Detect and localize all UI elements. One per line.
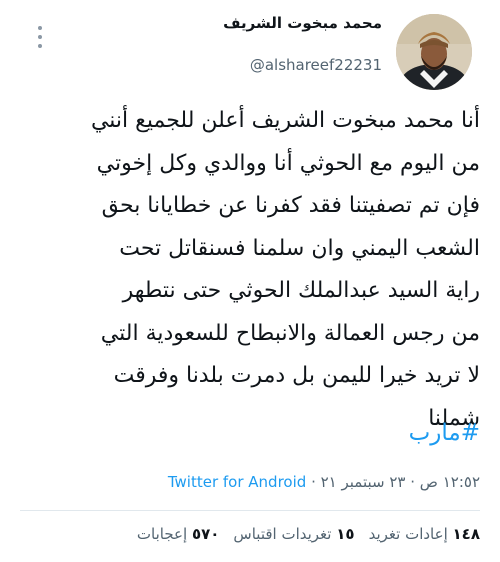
quotes-label: تغريدات اقتباس bbox=[233, 525, 332, 543]
tweet-card: محمد مبخوت الشريف @alshareef22231 أنا مح… bbox=[0, 0, 500, 562]
tweet-meta: ١٢:٥٢ ص · ٢٣ سبتمبر ٢١ · Twitter for And… bbox=[168, 473, 480, 491]
tweet-line: من اليوم مع الحوثي أنا ووالدي وكل إخوتي bbox=[96, 150, 480, 176]
tweet-line: من رجس العمالة والانبطاح للسعودية التي bbox=[100, 320, 480, 346]
retweets-label: إعادات تغريد bbox=[368, 525, 448, 543]
timestamp[interactable]: ١٢:٥٢ ص · ٢٣ سبتمبر ٢١ · bbox=[311, 473, 480, 491]
avatar-image bbox=[396, 14, 472, 90]
hashtag-link[interactable]: #مارب bbox=[409, 420, 480, 446]
author-name[interactable]: محمد مبخوت الشريف bbox=[223, 14, 382, 32]
retweets-stat[interactable]: ١٤٨ إعادات تغريد bbox=[369, 525, 480, 543]
tweet-line: لا تريد خيرا لليمن بل دمرت بلدنا وفرقت bbox=[113, 363, 480, 388]
retweets-count: ١٤٨ bbox=[452, 525, 480, 543]
tweet-line: فإن تم تصفيتنا فقد كفرنا عن خطايانا بحق bbox=[101, 193, 480, 218]
tweet-line: الشعب اليمني وان سلمنا فسنقاتل تحت bbox=[119, 235, 480, 261]
dot-icon bbox=[38, 35, 42, 39]
dot-icon bbox=[38, 44, 42, 48]
likes-count: ٥٧٠ bbox=[191, 525, 220, 543]
more-options-button[interactable] bbox=[30, 26, 50, 48]
tweet-line: أنا محمد مبخوت الشريف أعلن للجميع أنني bbox=[90, 108, 480, 133]
tweet-line: راية السيد عبدالملك الحوثي حتى نتطهر bbox=[122, 278, 480, 303]
likes-stat[interactable]: ٥٧٠ إعجابات bbox=[137, 525, 220, 543]
tweet-text: أنا محمد مبخوت الشريف أعلن للجميع أنني م… bbox=[20, 100, 480, 440]
quotes-stat[interactable]: ١٥ تغريدات اقتباس bbox=[233, 525, 354, 543]
author-handle[interactable]: @alshareef22231 bbox=[250, 56, 382, 74]
source-link[interactable]: Twitter for Android bbox=[168, 473, 306, 491]
quotes-count: ١٥ bbox=[336, 525, 355, 543]
likes-label: إعجابات bbox=[136, 525, 188, 543]
divider bbox=[20, 510, 480, 511]
engagement-stats: ١٤٨ إعادات تغريد ١٥ تغريدات اقتباس ٥٧٠ إ… bbox=[137, 525, 480, 543]
dot-icon bbox=[38, 26, 42, 30]
avatar[interactable] bbox=[396, 14, 472, 90]
